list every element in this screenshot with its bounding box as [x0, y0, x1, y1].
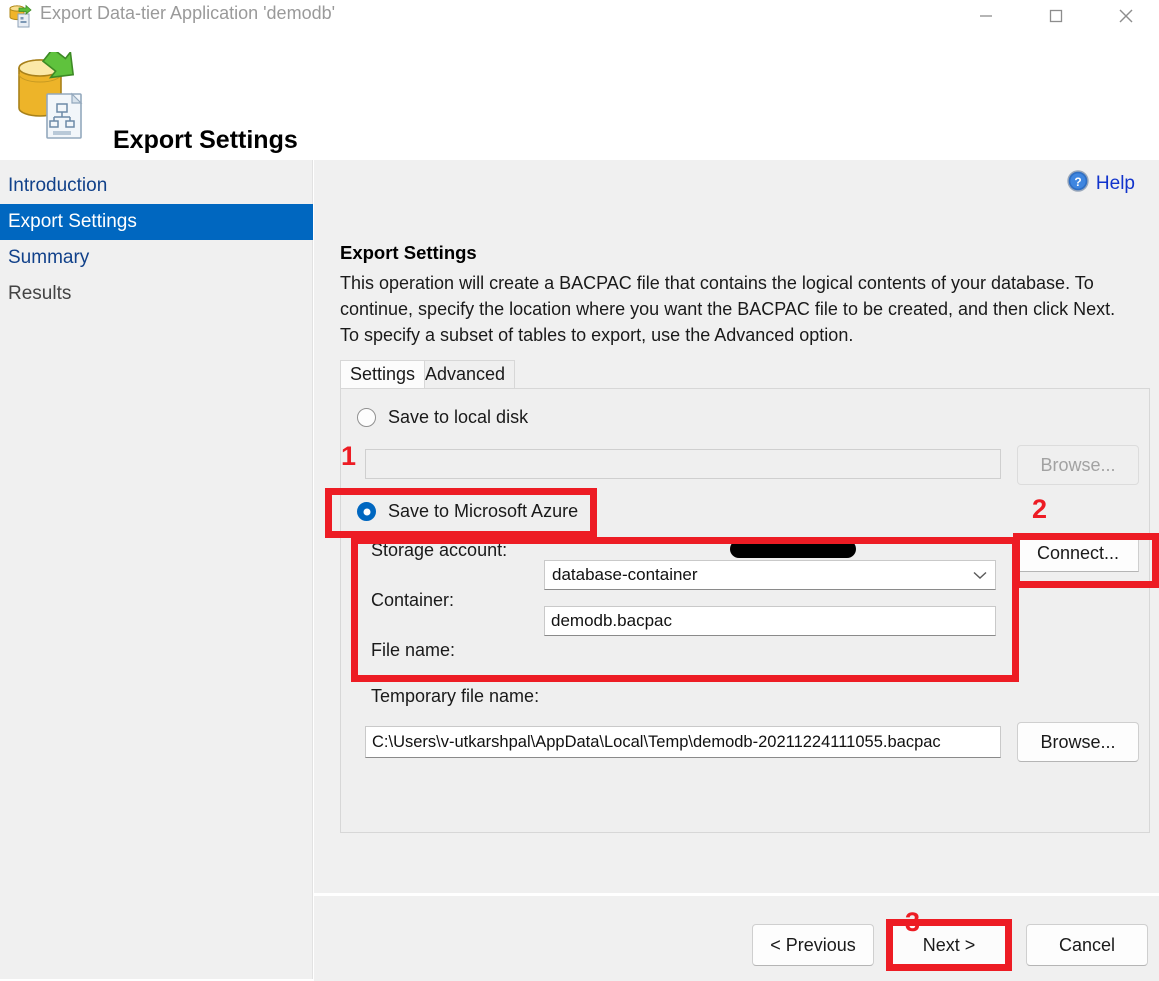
maximize-icon: [1049, 9, 1063, 23]
browse-label: Browse...: [1040, 731, 1116, 752]
section-title: Export Settings: [340, 242, 477, 263]
container-combobox[interactable]: database-container: [544, 560, 996, 590]
sidebar-item-introduction[interactable]: Introduction: [0, 168, 313, 204]
section-description: This operation will create a BACPAC file…: [340, 273, 1116, 345]
tab-advanced[interactable]: Advanced: [416, 360, 516, 388]
file-name-input[interactable]: demodb.bacpac: [544, 606, 996, 636]
tab-label: Advanced: [425, 364, 506, 384]
minimize-icon: [980, 15, 992, 17]
close-icon: [1119, 9, 1133, 23]
page-header: Export Settings: [0, 44, 1159, 160]
svg-text:?: ?: [1074, 175, 1081, 189]
local-disk-browse-button[interactable]: Browse...: [1017, 445, 1139, 485]
redaction-bar: [730, 540, 856, 558]
annotation-marker-3: 3: [905, 907, 921, 937]
sidebar-item-label: Introduction: [8, 175, 108, 196]
temporary-file-name-input[interactable]: C:\Users\v-utkarshpal\AppData\Local\Temp…: [365, 726, 1001, 758]
radio-label: Save to local disk: [388, 407, 529, 427]
local-disk-path-input[interactable]: [365, 449, 1001, 479]
previous-button[interactable]: < Previous: [752, 924, 874, 966]
export-dac-icon: [8, 4, 34, 28]
sidebar-item-results[interactable]: Results: [0, 276, 313, 312]
sidebar-item-label: Summary: [8, 247, 90, 268]
help-label: Help: [1095, 173, 1135, 194]
cancel-label: Cancel: [1058, 934, 1116, 955]
sidebar-item-summary[interactable]: Summary: [0, 240, 313, 276]
page-title: Export Settings: [113, 126, 298, 154]
radio-save-to-microsoft-azure[interactable]: Save to Microsoft Azure: [357, 501, 578, 522]
tab-label: Settings: [350, 364, 416, 384]
database-export-icon: [14, 47, 90, 144]
help-link[interactable]: ? Help: [1067, 170, 1135, 198]
radio-label: Save to Microsoft Azure: [388, 501, 579, 521]
settings-tab-panel: Save to local disk Browse... Save to Mic…: [340, 388, 1150, 833]
tab-strip: Settings Advanced: [340, 360, 1150, 388]
sidebar-item-export-settings[interactable]: Export Settings: [0, 204, 313, 240]
main-content: ? Help Export Settings This operation wi…: [314, 160, 1159, 893]
connect-label: Connect...: [1036, 542, 1120, 563]
temporary-file-browse-button[interactable]: Browse...: [1017, 722, 1139, 762]
help-circle-icon: ?: [1067, 170, 1089, 198]
cancel-button[interactable]: Cancel: [1026, 924, 1148, 966]
close-button[interactable]: [1103, 0, 1149, 32]
container-label: Container:: [371, 590, 455, 610]
sidebar-item-label: Results: [8, 283, 72, 304]
annotation-marker-2: 2: [1032, 494, 1048, 524]
wizard-footer: < Previous Next > Cancel: [314, 894, 1159, 981]
storage-account-label: Storage account:: [371, 540, 508, 560]
connect-button[interactable]: Connect...: [1017, 534, 1139, 572]
minimize-button[interactable]: [963, 0, 1009, 32]
container-value: database-container: [552, 565, 698, 584]
sidebar-item-label: Export Settings: [8, 211, 137, 232]
maximize-button[interactable]: [1033, 0, 1079, 32]
wizard-sidebar: Introduction Export Settings Summary Res…: [0, 160, 313, 979]
radio-indicator: [357, 502, 376, 521]
temporary-file-name-label: Temporary file name:: [371, 686, 540, 706]
radio-save-to-local-disk[interactable]: Save to local disk: [357, 407, 528, 428]
window-title: Export Data-tier Application 'demodb': [40, 3, 336, 23]
file-name-label: File name:: [371, 640, 456, 660]
next-label: Next >: [922, 934, 976, 955]
browse-label: Browse...: [1040, 454, 1116, 475]
title-bar: Export Data-tier Application 'demodb': [0, 0, 1159, 44]
radio-indicator: [357, 408, 376, 427]
previous-label: < Previous: [770, 934, 856, 955]
tab-settings[interactable]: Settings: [340, 360, 426, 388]
chevron-down-icon: [973, 565, 987, 585]
annotation-marker-1: 1: [341, 441, 357, 471]
